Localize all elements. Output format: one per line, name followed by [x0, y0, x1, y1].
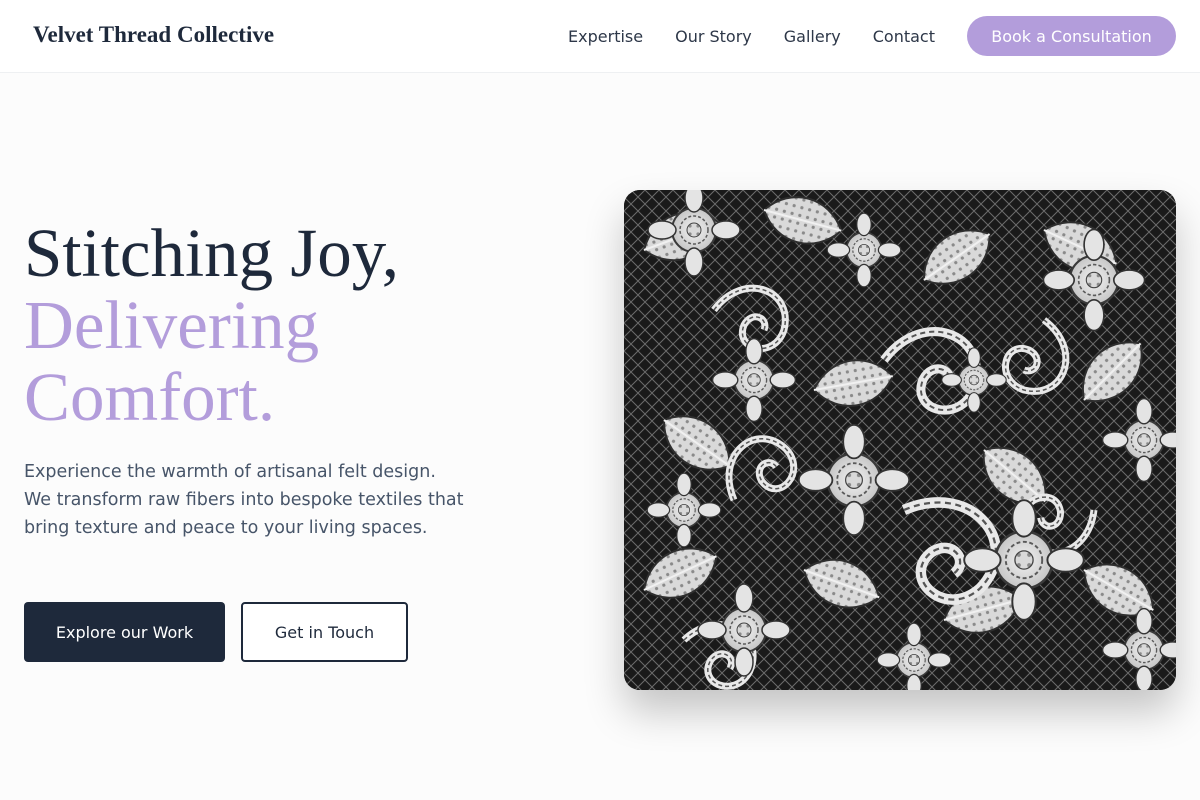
- book-consultation-button[interactable]: Book a Consultation: [967, 16, 1176, 56]
- hero-description: Experience the warmth of artisanal felt …: [24, 462, 464, 538]
- lace-pattern-graphic: [624, 190, 1176, 690]
- site-header: Velvet Thread Collective Expertise Our S…: [0, 0, 1200, 73]
- main-nav: Expertise Our Story Gallery Contact Book…: [568, 0, 1176, 72]
- nav-link-contact[interactable]: Contact: [873, 27, 935, 46]
- hero-title-line-1: Stitching Joy,: [24, 215, 400, 291]
- nav-link-our-story[interactable]: Our Story: [675, 27, 752, 46]
- nav-link-expertise[interactable]: Expertise: [568, 27, 643, 46]
- hero-title-line-3: Comfort.: [24, 359, 276, 435]
- nav-link-gallery[interactable]: Gallery: [784, 27, 841, 46]
- brand-logo[interactable]: Velvet Thread Collective: [33, 22, 274, 48]
- explore-work-button[interactable]: Explore our Work: [24, 602, 225, 662]
- get-in-touch-button[interactable]: Get in Touch: [241, 602, 408, 662]
- hero-title: Stitching Joy, Delivering Comfort.: [24, 217, 399, 433]
- lace-pattern-image: [624, 190, 1176, 690]
- hero-title-line-2: Delivering: [24, 287, 320, 363]
